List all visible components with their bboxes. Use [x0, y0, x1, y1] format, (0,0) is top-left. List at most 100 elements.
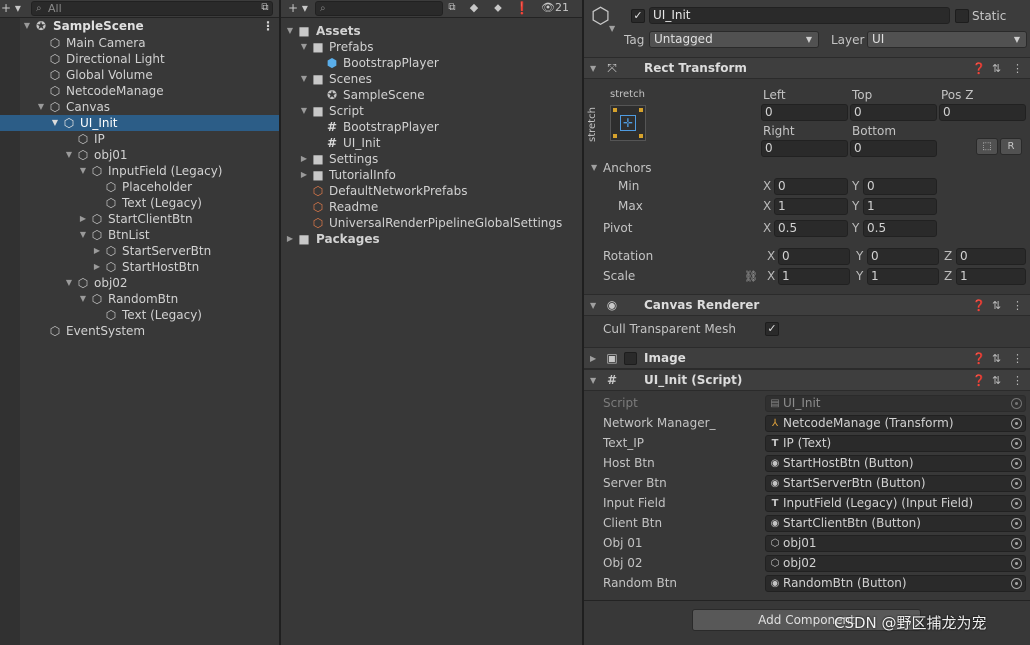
chevron-right-icon[interactable]: ▶ — [299, 151, 309, 167]
anchor-min-y-input[interactable]: 0 — [863, 178, 937, 195]
object-picker-icon[interactable] — [1011, 498, 1022, 509]
random-btn-field[interactable]: ◉ RandomBtn (Button) — [765, 575, 1026, 592]
hidden-packages-toggle[interactable]: 👁21 — [541, 0, 581, 18]
posz-input[interactable]: 0 — [939, 104, 1026, 121]
anchor-max-x-input[interactable]: 1 — [774, 198, 848, 215]
hierarchy-item[interactable]: ⬡ IP — [0, 131, 279, 147]
rotation-x-input[interactable]: 0 — [778, 248, 850, 265]
search-by-type-icon[interactable]: ⧉ — [444, 0, 460, 18]
hierarchy-item[interactable]: ▶ ⬡ StartServerBtn — [0, 243, 279, 259]
menu-dots-icon[interactable]: ⋮ — [1012, 295, 1023, 316]
project-item[interactable]: ⬡ UniversalRenderPipelineGlobalSettings — [281, 215, 582, 231]
search-filter-icon[interactable]: ⧉ — [258, 0, 272, 18]
preset-sliders-icon[interactable]: ⇅ — [992, 58, 1001, 79]
anchor-preset-button[interactable]: ✛ — [610, 105, 646, 141]
object-picker-icon[interactable] — [1011, 438, 1022, 449]
project-item[interactable]: # BootstrapPlayer — [281, 119, 582, 135]
warning-icon[interactable]: ❗ — [514, 0, 530, 18]
preset-sliders-icon[interactable]: ⇅ — [992, 295, 1001, 316]
project-item[interactable]: ▼ ■ Assets — [281, 23, 582, 39]
chevron-right-icon[interactable]: ▶ — [78, 211, 88, 227]
object-picker-icon[interactable] — [1011, 458, 1022, 469]
preset-sliders-icon[interactable]: ⇅ — [992, 348, 1001, 369]
cull-transparent-mesh-checkbox[interactable]: ✓ — [765, 322, 779, 336]
rotation-y-input[interactable]: 0 — [867, 248, 939, 265]
hierarchy-item[interactable]: ⬡ Text (Legacy) — [0, 195, 279, 211]
obj01-field[interactable]: ⬡ obj01 — [765, 535, 1026, 552]
hierarchy-item[interactable]: ⬡ NetcodeManage — [0, 83, 279, 99]
top-input[interactable]: 0 — [850, 104, 937, 121]
object-picker-icon[interactable] — [1011, 478, 1022, 489]
project-item[interactable]: ⬡ DefaultNetworkPrefabs — [281, 183, 582, 199]
chevron-down-icon[interactable]: ▼ — [299, 71, 309, 87]
project-item[interactable]: ▼ ■ Script — [281, 103, 582, 119]
scale-z-input[interactable]: 1 — [956, 268, 1026, 285]
hierarchy-search-input[interactable]: ⌕ All — [31, 1, 273, 16]
hierarchy-item[interactable]: ▶ ⬡ StartClientBtn — [0, 211, 279, 227]
chevron-right-icon[interactable]: ▶ — [285, 231, 295, 247]
object-picker-icon[interactable] — [1011, 578, 1022, 589]
scale-y-input[interactable]: 1 — [867, 268, 939, 285]
blueprint-mode-button[interactable]: ⬚ — [976, 138, 998, 155]
hierarchy-item[interactable]: ▶ ⬡ StartHostBtn — [0, 259, 279, 275]
hierarchy-item[interactable]: ▼ ⬡ InputField (Legacy) — [0, 163, 279, 179]
right-input[interactable]: 0 — [761, 140, 848, 157]
gameobject-cube-icon[interactable]: ⬡ — [591, 4, 610, 29]
chevron-down-icon[interactable]: ▼ — [591, 163, 597, 172]
image-enabled-checkbox[interactable] — [624, 352, 637, 365]
chevron-down-icon[interactable]: ▼ — [50, 115, 60, 131]
project-add-button[interactable]: + ▾ — [285, 0, 311, 18]
object-picker-icon[interactable] — [1011, 558, 1022, 569]
tag-label-icon[interactable]: ⬥ — [490, 0, 506, 18]
text-ip-field[interactable]: T IP (Text) — [765, 435, 1026, 452]
menu-dots-icon[interactable]: ⋮ — [1012, 370, 1023, 391]
pivot-y-input[interactable]: 0.5 — [863, 220, 937, 237]
filter-type-icon[interactable]: ◆ — [466, 0, 482, 18]
canvas-renderer-header[interactable]: ▼ ◉ Canvas Renderer ❓ ⇅ ⋮ — [584, 294, 1030, 316]
scene-row[interactable]: ▼ ✪ SampleScene ⋮ — [0, 18, 279, 34]
anchor-max-y-input[interactable]: 1 — [863, 198, 937, 215]
hierarchy-item[interactable]: ▼ ⬡ BtnList — [0, 227, 279, 243]
hierarchy-item[interactable]: ⬡ Placeholder — [0, 179, 279, 195]
chevron-down-icon[interactable]: ▼ — [299, 103, 309, 119]
preset-sliders-icon[interactable]: ⇅ — [992, 370, 1001, 391]
link-scale-icon[interactable]: ⛓ — [744, 268, 758, 285]
project-item[interactable]: ✪ SampleScene — [281, 87, 582, 103]
tag-dropdown[interactable]: Untagged ▼ — [649, 31, 819, 48]
obj02-field[interactable]: ⬡ obj02 — [765, 555, 1026, 572]
hierarchy-item[interactable]: ⬡ Main Camera — [0, 35, 279, 51]
scale-x-input[interactable]: 1 — [778, 268, 850, 285]
chevron-down-icon[interactable]: ▼ — [78, 291, 88, 307]
chevron-down-icon[interactable]: ▼ — [78, 163, 88, 179]
project-item[interactable]: ▶ ■ Packages — [281, 231, 582, 247]
project-item[interactable]: ▶ ■ Settings — [281, 151, 582, 167]
bottom-input[interactable]: 0 — [850, 140, 937, 157]
ui-init-script-header[interactable]: ▼ # UI_Init (Script) ❓ ⇅ ⋮ — [584, 369, 1030, 391]
hierarchy-item[interactable]: ▼ ⬡ Canvas — [0, 99, 279, 115]
anchor-min-x-input[interactable]: 0 — [774, 178, 848, 195]
chevron-right-icon[interactable]: ▶ — [92, 259, 102, 275]
project-item[interactable]: # UI_Init — [281, 135, 582, 151]
object-picker-icon[interactable] — [1011, 518, 1022, 529]
active-checkbox[interactable]: ✓ — [631, 9, 645, 23]
hierarchy-item[interactable]: ⬡ Directional Light — [0, 51, 279, 67]
hierarchy-item[interactable]: ⬡ EventSystem — [0, 323, 279, 339]
host-btn-field[interactable]: ◉ StartHostBtn (Button) — [765, 455, 1026, 472]
hierarchy-item[interactable]: ▼ ⬡ obj02 — [0, 275, 279, 291]
server-btn-field[interactable]: ◉ StartServerBtn (Button) — [765, 475, 1026, 492]
chevron-down-icon[interactable]: ▼ — [299, 39, 309, 55]
chevron-down-icon[interactable]: ▼ — [609, 24, 615, 33]
chevron-down-icon[interactable]: ▼ — [36, 99, 46, 115]
pivot-x-input[interactable]: 0.5 — [774, 220, 848, 237]
project-search-input[interactable]: ⌕ — [315, 1, 443, 16]
chevron-right-icon[interactable]: ▶ — [299, 167, 309, 183]
static-checkbox[interactable] — [955, 9, 969, 23]
raw-edit-button[interactable]: R — [1000, 138, 1022, 155]
help-icon[interactable]: ❓ — [972, 370, 986, 391]
object-picker-icon[interactable] — [1011, 538, 1022, 549]
project-item[interactable]: ⬢ BootstrapPlayer — [281, 55, 582, 71]
rect-transform-header[interactable]: ▼ ⤧ Rect Transform ❓ ⇅ ⋮ — [584, 57, 1030, 79]
network-manager-field[interactable]: ⅄ NetcodeManage (Transform) — [765, 415, 1026, 432]
hierarchy-add-button[interactable]: + ▾ — [0, 0, 22, 18]
hierarchy-item[interactable]: ⬡ Global Volume — [0, 67, 279, 83]
